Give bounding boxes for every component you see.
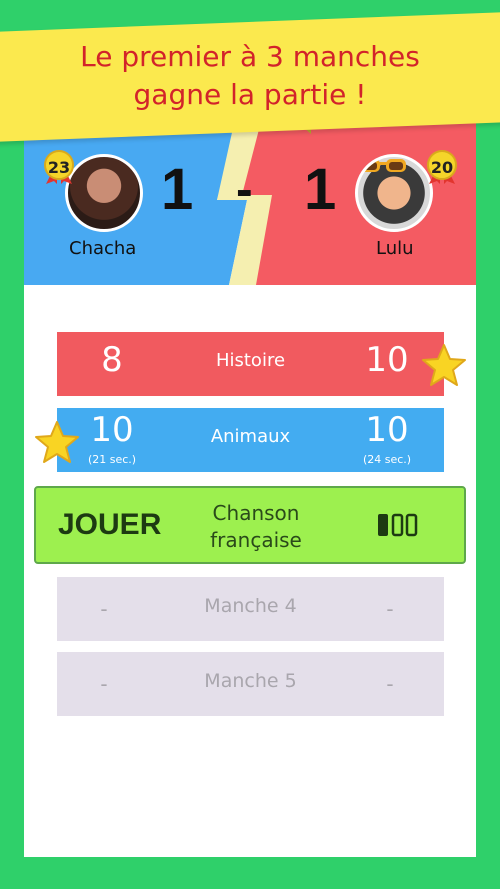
current-category-line-2: française [210,528,302,552]
round-row-manche-4: - Manche 4 - [57,577,444,641]
winner-star-icon [422,344,466,386]
round-5-right-score: - [386,672,394,696]
play-round-button[interactable]: JOUER Chanson française [34,486,466,564]
game-card: 23 Chacha 20 Lulu 1 - 1 8 Histoire 10 10… [24,110,476,857]
player-right-name: Lulu [376,238,414,259]
play-label: JOUER [58,508,162,541]
player-left-avatar[interactable] [65,154,143,232]
progress-bars-icon [378,513,418,537]
player-left-score: 1 [161,157,194,222]
player-right-level: 20 [430,157,454,177]
current-category-line-1: Chanson [212,501,300,525]
current-round-category: Chanson française [191,500,321,554]
round-2-left-time: (21 sec.) [87,453,137,466]
score-separator: - [236,161,253,217]
player-right-avatar[interactable] [355,154,433,232]
round-row-manche-5: - Manche 5 - [57,652,444,716]
sunglasses-icon [360,159,406,172]
player-right-score: 1 [304,157,337,222]
banner-line-2: gagne la partie ! [133,78,367,111]
round-2-right-score: 10 [365,410,409,450]
round-4-right-score: - [386,597,394,621]
round-1-right-score: 10 [365,340,409,380]
banner-line-1: Le premier à 3 manches [80,40,420,73]
player-left-name: Chacha [69,238,137,259]
rules-banner-text: Le premier à 3 manches gagne la partie ! [0,38,500,114]
player-right-level-badge: 20 [425,150,459,184]
round-row-histoire[interactable]: 8 Histoire 10 [57,332,444,396]
round-2-right-time: (24 sec.) [362,453,412,466]
winner-star-icon [35,421,79,463]
player-left-level-badge: 23 [42,150,76,184]
player-left-level: 23 [47,157,71,177]
round-row-animaux[interactable]: 10 (21 sec.) Animaux 10 (24 sec.) [57,408,444,472]
